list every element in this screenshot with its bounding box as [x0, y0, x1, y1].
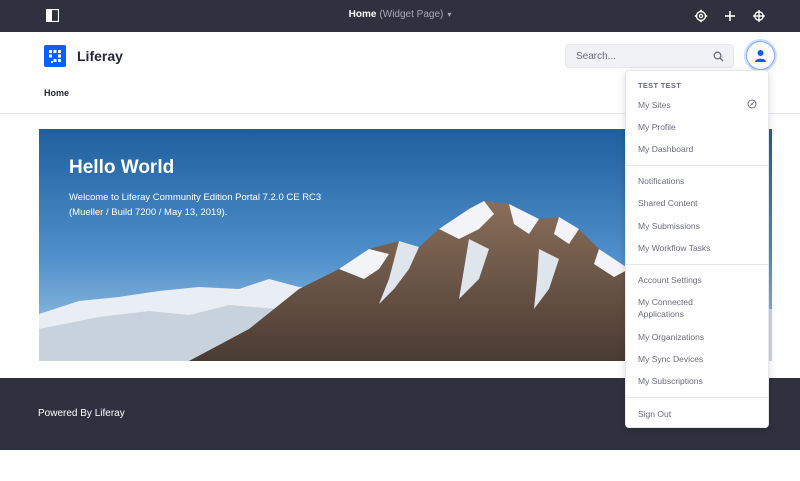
menu-item-my-sites[interactable]: My Sites	[638, 99, 748, 111]
gear-icon[interactable]	[694, 9, 708, 23]
menu-item-my-subscriptions[interactable]: My Subscriptions	[638, 375, 748, 387]
site-name[interactable]: Liferay	[77, 48, 123, 64]
banner-title: Hello World	[69, 157, 175, 178]
simulation-icon[interactable]	[752, 9, 766, 23]
menu-item-notifications[interactable]: Notifications	[638, 175, 748, 187]
menu-item-my-submissions[interactable]: My Submissions	[638, 220, 748, 232]
liferay-logo[interactable]	[44, 45, 66, 67]
search-bar	[565, 44, 734, 68]
menu-item-my-sync-devices[interactable]: My Sync Devices	[638, 353, 748, 365]
menu-item-sign-out[interactable]: Sign Out	[638, 408, 748, 420]
page-title[interactable]: Home (Widget Page) ▾	[0, 9, 800, 20]
menu-item-my-profile[interactable]: My Profile	[638, 121, 748, 133]
menu-item-my-organizations[interactable]: My Organizations	[638, 331, 748, 343]
powered-by-text: Powered By Liferay	[38, 408, 125, 419]
search-input[interactable]	[566, 45, 706, 67]
menu-item-my-workflow-tasks[interactable]: My Workflow Tasks	[638, 242, 748, 254]
page-type: (Widget Page)	[379, 9, 444, 20]
user-avatar-button[interactable]	[746, 41, 775, 70]
user-icon	[755, 50, 766, 62]
chevron-down-icon: ▾	[447, 10, 452, 19]
compass-icon[interactable]	[747, 99, 757, 109]
plus-icon[interactable]	[723, 9, 737, 23]
search-icon[interactable]	[713, 51, 724, 62]
page-title-text: Home	[348, 9, 377, 20]
menu-item-shared-content[interactable]: Shared Content	[638, 197, 748, 209]
menu-divider	[626, 165, 768, 166]
user-menu-dropdown: TEST TEST My Sites My Profile My Dashboa…	[625, 70, 769, 428]
menu-item-my-dashboard[interactable]: My Dashboard	[638, 143, 748, 155]
menu-item-my-connected-applications[interactable]: My Connected Applications	[638, 296, 708, 320]
nav-item-home[interactable]: Home	[44, 88, 69, 98]
banner-text: Welcome to Liferay Community Edition Por…	[69, 192, 322, 218]
menu-divider	[626, 264, 768, 265]
user-name-header: TEST TEST	[638, 81, 682, 90]
menu-divider	[626, 397, 768, 398]
control-menu: Home (Widget Page) ▾	[0, 0, 800, 32]
menu-item-account-settings[interactable]: Account Settings	[638, 274, 748, 286]
